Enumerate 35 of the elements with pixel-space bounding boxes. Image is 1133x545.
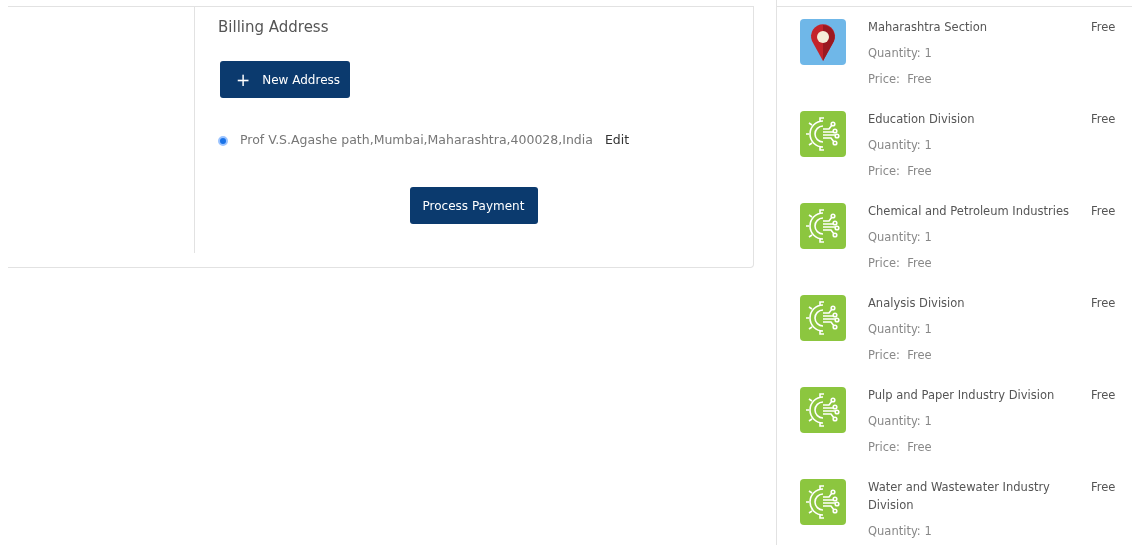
item-amount: Free [1091, 19, 1116, 36]
item-price: Price: Free [868, 439, 933, 456]
item-price: Price: Free [868, 255, 933, 272]
item-amount: Free [1091, 111, 1116, 128]
item-amount: Free [1091, 203, 1116, 220]
gear-circuit-icon [800, 387, 846, 433]
section-title: Billing Address [218, 18, 330, 36]
item-quantity: Quantity: 1 [868, 321, 933, 338]
edit-link[interactable]: Edit [604, 132, 630, 147]
item-name: Pulp and Paper Industry Division [868, 387, 1056, 404]
item-quantity: Quantity: 1 [868, 523, 933, 540]
item-quantity: Quantity: 1 [868, 413, 933, 430]
process-payment-button[interactable]: Process Payment [409, 187, 538, 224]
address-text: Prof V.S.Agashe path,Mumbai,Maharashtra,400028,India [240, 132, 593, 147]
item-price: Price: Free [868, 347, 933, 364]
item-amount: Free [1091, 295, 1116, 312]
map-pin-icon [800, 19, 846, 65]
radio-button[interactable] [218, 136, 228, 146]
item-price: Price: Free [868, 71, 933, 88]
item-price: Price: Free [868, 163, 933, 180]
item-name: Water and Wastewater Industry Division [868, 479, 1051, 514]
item-quantity: Quantity: 1 [868, 45, 933, 62]
gear-circuit-icon [800, 295, 846, 341]
gear-circuit-icon [800, 203, 846, 249]
item-quantity: Quantity: 1 [868, 137, 933, 154]
new-address-button[interactable]: + New Address [220, 61, 350, 98]
gear-circuit-icon [800, 111, 846, 157]
item-name: Education Division [868, 111, 976, 128]
item-quantity: Quantity: 1 [868, 229, 933, 246]
item-name: Chemical and Petroleum Industries [868, 203, 1071, 220]
item-amount: Free [1091, 387, 1116, 404]
item-amount: Free [1091, 479, 1116, 496]
gear-circuit-icon [800, 479, 846, 525]
item-name: Analysis Division [868, 295, 966, 312]
item-name: Maharashtra Section [868, 19, 989, 36]
